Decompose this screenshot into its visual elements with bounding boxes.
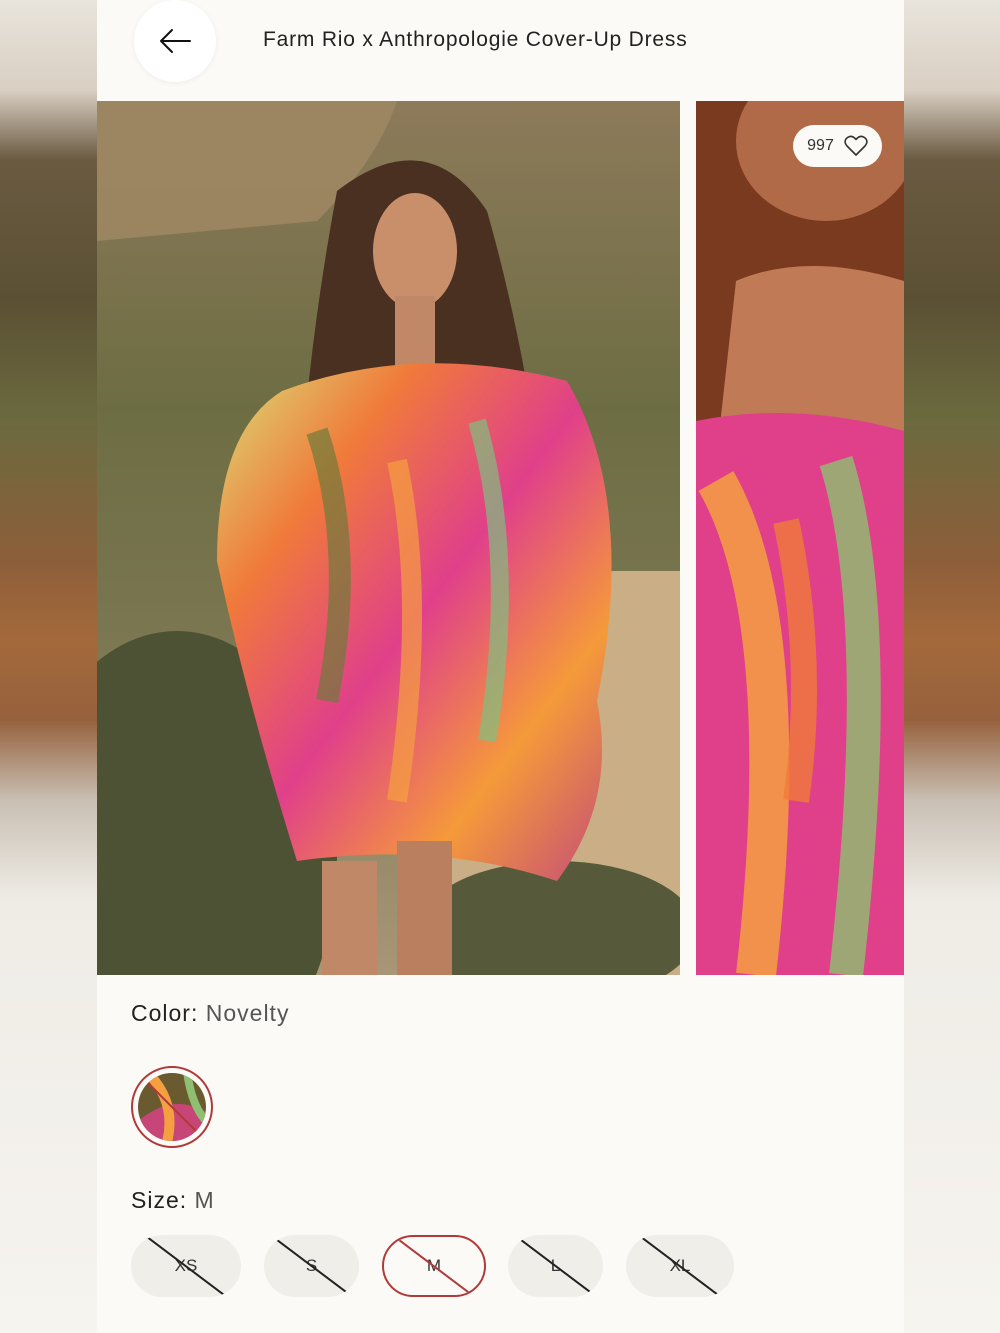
unavailable-strike: [147, 1236, 225, 1296]
size-option-m[interactable]: M: [382, 1235, 486, 1297]
product-photo-illustration: [696, 101, 904, 975]
unavailable-strike: [516, 1236, 595, 1296]
favorite-button[interactable]: 997: [793, 125, 882, 167]
color-swatch-novelty[interactable]: [131, 1066, 213, 1148]
unavailable-strike: [641, 1236, 719, 1296]
color-label-row: Color: Novelty: [131, 1000, 289, 1027]
back-button[interactable]: [134, 0, 216, 82]
product-image-main[interactable]: [97, 101, 680, 975]
size-option-l[interactable]: L: [508, 1235, 603, 1297]
product-image-secondary[interactable]: 997: [696, 101, 904, 975]
size-value: M: [194, 1187, 215, 1213]
size-label: Size:: [131, 1187, 188, 1213]
top-bar: Farm Rio x Anthropologie Cover-Up Dress: [97, 0, 904, 100]
favorite-count: 997: [807, 137, 834, 154]
unavailable-strike: [272, 1236, 351, 1296]
size-option-s[interactable]: S: [264, 1235, 359, 1297]
product-title: Farm Rio x Anthropologie Cover-Up Dress: [263, 28, 688, 51]
size-option-xl[interactable]: XL: [626, 1235, 734, 1297]
product-page: Farm Rio x Anthropologie Cover-Up Dress: [97, 0, 904, 1333]
color-value: Novelty: [205, 1000, 290, 1026]
size-label-row: Size: M: [131, 1187, 215, 1214]
color-label: Color:: [131, 1000, 199, 1026]
swatch-pattern: [138, 1073, 206, 1141]
size-option-xs[interactable]: XS: [131, 1235, 241, 1297]
arrow-left-icon: [160, 29, 191, 53]
product-photo-illustration: [97, 101, 680, 975]
heart-outline-icon: [844, 135, 868, 156]
unavailable-strike: [393, 1237, 475, 1295]
